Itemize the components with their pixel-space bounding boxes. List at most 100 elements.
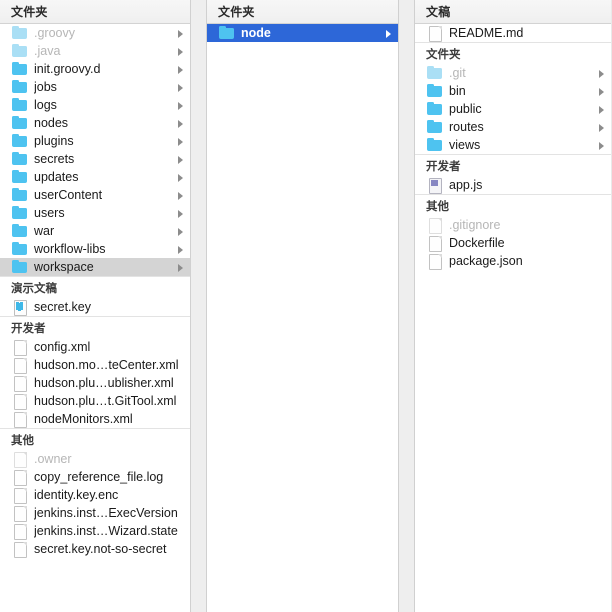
list-item[interactable]: .gitignore [415, 216, 611, 234]
finder-column-view: 文件夹 .groovy .java init.groovy.d jobs logs node… [0, 0, 612, 612]
list-item-label: app.js [449, 178, 483, 192]
document-icon [427, 26, 443, 42]
list-item[interactable]: secret.key.not-so-secret [0, 540, 190, 558]
group-heading: 文件夹 [415, 42, 611, 64]
list-item-label: Dockerfile [449, 236, 505, 250]
chevron-right-icon[interactable] [176, 28, 186, 38]
column-divider[interactable] [190, 0, 207, 612]
list-item[interactable]: secrets [0, 150, 190, 168]
group-heading: 其他 [0, 428, 190, 450]
chevron-right-icon[interactable] [597, 140, 607, 150]
list-item[interactable]: node [207, 24, 398, 42]
document-icon [12, 524, 28, 540]
list-item[interactable]: jenkins.inst…Wizard.state [0, 522, 190, 540]
list-item[interactable]: public [415, 100, 611, 118]
document-icon [12, 412, 28, 428]
list-item-label: logs [34, 98, 57, 112]
chevron-right-icon[interactable] [176, 82, 186, 92]
list-item-label: init.groovy.d [34, 62, 101, 76]
list-item[interactable]: package.json [415, 252, 611, 270]
key-icon [12, 300, 28, 316]
list-item[interactable]: views [415, 136, 611, 154]
list-item[interactable]: hudson.plu…t.GitTool.xml [0, 392, 190, 410]
list-item[interactable]: nodes [0, 114, 190, 132]
list-item-label: nodeMonitors.xml [34, 412, 133, 426]
list-item[interactable]: users [0, 204, 190, 222]
column-list-2[interactable]: node [207, 24, 398, 612]
chevron-right-icon[interactable] [597, 104, 607, 114]
list-item-label: users [34, 206, 65, 220]
list-item[interactable]: identity.key.enc [0, 486, 190, 504]
group-heading: 开发者 [0, 316, 190, 338]
chevron-right-icon[interactable] [384, 28, 394, 38]
column-header-1: 文件夹 [0, 0, 190, 24]
chevron-right-icon[interactable] [176, 154, 186, 164]
list-item[interactable]: jenkins.inst…ExecVersion [0, 504, 190, 522]
list-item[interactable]: nodeMonitors.xml [0, 410, 190, 428]
list-item[interactable]: .java [0, 42, 190, 60]
chevron-right-icon[interactable] [597, 86, 607, 96]
chevron-right-icon[interactable] [176, 208, 186, 218]
finder-column-3: 文稿 README.md 文件夹 .git bin public routes views 开发… [415, 0, 611, 612]
folder-icon [12, 206, 28, 220]
list-item[interactable]: copy_reference_file.log [0, 468, 190, 486]
list-item[interactable]: .groovy [0, 24, 190, 42]
list-item[interactable]: Dockerfile [415, 234, 611, 252]
list-item[interactable]: jobs [0, 78, 190, 96]
chevron-right-icon[interactable] [176, 136, 186, 146]
list-item[interactable]: userContent [0, 186, 190, 204]
folder-icon [427, 138, 443, 152]
column-list-3[interactable]: README.md 文件夹 .git bin public routes views 开发者 a… [415, 24, 611, 612]
list-item[interactable]: hudson.mo…teCenter.xml [0, 356, 190, 374]
chevron-right-icon[interactable] [176, 118, 186, 128]
chevron-right-icon[interactable] [176, 46, 186, 56]
list-item[interactable]: workspace [0, 258, 190, 276]
folder-icon [12, 152, 28, 166]
folder-icon [427, 66, 443, 80]
list-item[interactable]: workflow-libs [0, 240, 190, 258]
list-item-label: jenkins.inst…ExecVersion [34, 506, 178, 520]
list-item[interactable]: updates [0, 168, 190, 186]
list-item-label: package.json [449, 254, 523, 268]
list-item[interactable]: app.js [415, 176, 611, 194]
folder-icon [12, 116, 28, 130]
chevron-right-icon[interactable] [176, 262, 186, 272]
list-item[interactable]: init.groovy.d [0, 60, 190, 78]
list-item[interactable]: hudson.plu…ublisher.xml [0, 374, 190, 392]
chevron-right-icon[interactable] [176, 100, 186, 110]
list-item-label: README.md [449, 26, 524, 40]
list-item[interactable]: war [0, 222, 190, 240]
folder-icon [12, 62, 28, 76]
list-item[interactable]: logs [0, 96, 190, 114]
chevron-right-icon[interactable] [176, 64, 186, 74]
list-item[interactable]: .git [415, 64, 611, 82]
list-item[interactable]: secret.key [0, 298, 190, 316]
list-item-label: secret.key [34, 300, 91, 314]
column-header-2: 文件夹 [207, 0, 398, 24]
list-item[interactable]: README.md [415, 24, 611, 42]
folder-icon [12, 170, 28, 184]
list-item[interactable]: config.xml [0, 338, 190, 356]
list-item-label: .gitignore [449, 218, 501, 232]
list-item-label: routes [449, 120, 484, 134]
group-heading: 演示文稿 [0, 276, 190, 298]
chevron-right-icon[interactable] [176, 226, 186, 236]
list-item[interactable]: .owner [0, 450, 190, 468]
list-item[interactable]: routes [415, 118, 611, 136]
folder-icon [427, 120, 443, 134]
chevron-right-icon[interactable] [597, 122, 607, 132]
list-item-label: secrets [34, 152, 75, 166]
list-item[interactable]: plugins [0, 132, 190, 150]
finder-column-1: 文件夹 .groovy .java init.groovy.d jobs logs node… [0, 0, 190, 612]
list-item-label: identity.key.enc [34, 488, 119, 502]
chevron-right-icon[interactable] [176, 190, 186, 200]
chevron-right-icon[interactable] [176, 172, 186, 182]
column-divider[interactable] [398, 0, 415, 612]
chevron-right-icon[interactable] [597, 68, 607, 78]
column-list-1[interactable]: .groovy .java init.groovy.d jobs logs nodes pl… [0, 24, 190, 612]
list-item[interactable]: bin [415, 82, 611, 100]
list-item-label: hudson.mo…teCenter.xml [34, 358, 179, 372]
chevron-right-icon[interactable] [176, 244, 186, 254]
folder-icon [427, 84, 443, 98]
list-item-label: .groovy [34, 26, 75, 40]
